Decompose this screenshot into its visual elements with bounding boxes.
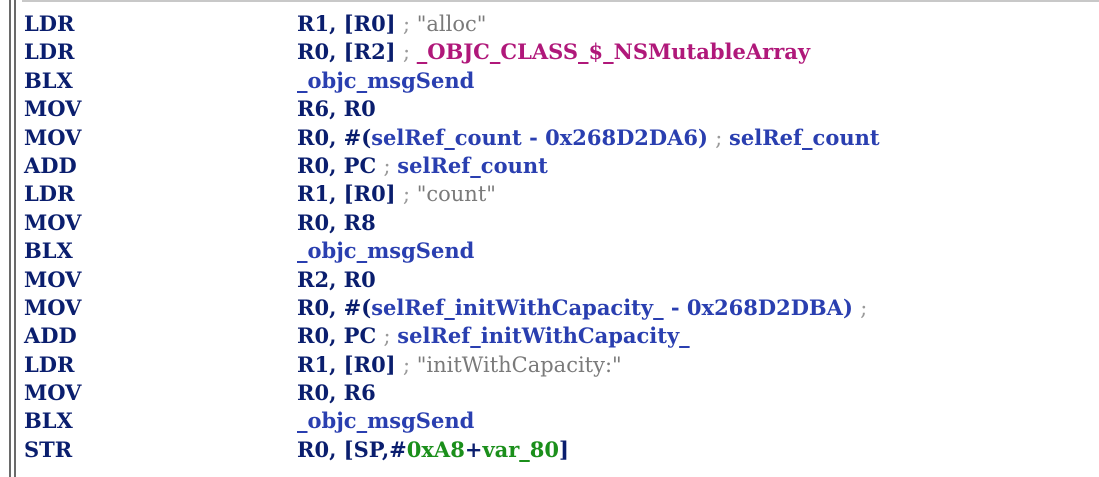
operands: R1, [R0] ; "alloc" bbox=[297, 10, 486, 38]
operand-text: R1, [R0] bbox=[297, 11, 403, 36]
top-border bbox=[22, 0, 1099, 2]
comment-token: ; bbox=[402, 352, 417, 377]
mnemonic: MOV bbox=[24, 124, 82, 150]
string-literal: "count" bbox=[416, 182, 496, 207]
mnemonic: LDR bbox=[24, 39, 75, 65]
code-line[interactable]: LDR R1, [R0] ; "alloc" bbox=[24, 10, 1099, 38]
operand-text: ] bbox=[559, 436, 569, 462]
string-literal: "alloc" bbox=[416, 12, 487, 36]
code-line[interactable]: LDR R1, [R0] ; "initWithCapacity:" bbox=[24, 351, 1099, 379]
mnemonic: BLX bbox=[24, 238, 73, 264]
code-line[interactable]: BLX _objc_msgSend bbox=[24, 237, 1099, 265]
operands: R0, PC ; selRef_count bbox=[297, 152, 548, 180]
mnemonic: LDR bbox=[24, 11, 75, 36]
operand-text: R0, #( bbox=[297, 294, 372, 320]
symbol-name[interactable]: - 0x268D2DBA) bbox=[664, 295, 861, 320]
operand-text: R1, [R0] bbox=[297, 351, 403, 377]
code-line[interactable]: MOV R2, R0 bbox=[24, 266, 1099, 294]
operands: R0, #(selRef_initWithCapacity_ - 0x268D2… bbox=[297, 294, 867, 322]
operands: R1, [R0] ; "count" bbox=[297, 180, 496, 208]
code-line[interactable]: LDR R1, [R0] ; "count" bbox=[24, 180, 1099, 208]
symbol-name[interactable]: selRef_count bbox=[729, 125, 880, 150]
symbol-name[interactable]: _objc_msgSend bbox=[297, 68, 474, 93]
numeric-offset: var_80 bbox=[482, 436, 560, 462]
mnemonic: MOV bbox=[24, 266, 82, 292]
code-line[interactable]: MOV R0, R6 bbox=[24, 379, 1099, 407]
operands: _objc_msgSend bbox=[297, 237, 474, 265]
operands: R6, R0 bbox=[297, 95, 376, 123]
mnemonic: MOV bbox=[24, 294, 82, 320]
operand-text: R0, [SP,# bbox=[297, 436, 407, 462]
symbol-name[interactable]: selRef_count bbox=[397, 153, 548, 178]
operand-text: R0, PC bbox=[297, 152, 384, 178]
operand-text: R2, R0 bbox=[297, 266, 376, 292]
code-line[interactable]: LDR R0, [R2] ; _OBJC_CLASS_$_NSMutableArr… bbox=[24, 38, 1099, 66]
mnemonic: MOV bbox=[24, 96, 82, 122]
mnemonic: ADD bbox=[24, 152, 77, 178]
mnemonic: ADD bbox=[24, 323, 77, 349]
comment-token: ; bbox=[402, 40, 417, 65]
code-line[interactable]: STR R0, [SP,#0xA8+var_80] bbox=[24, 436, 1099, 464]
code-line[interactable]: MOV R0, #(selRef_initWithCapacity_ - 0x26… bbox=[24, 294, 1099, 322]
code-line[interactable]: BLX _objc_msgSend bbox=[24, 407, 1099, 435]
operand-text: R0, [R2] bbox=[297, 39, 403, 65]
operands: _objc_msgSend bbox=[297, 67, 474, 95]
string-literal: "initWithCapacity:" bbox=[416, 352, 622, 377]
gutter-line bbox=[9, 0, 11, 477]
comment-token: ; bbox=[402, 182, 417, 207]
comment-token: ; bbox=[383, 324, 398, 349]
mnemonic: BLX bbox=[24, 408, 73, 434]
symbol-name[interactable]: selRef_count bbox=[371, 125, 522, 150]
operand-text: R0, #( bbox=[297, 124, 372, 150]
operands: R0, R8 bbox=[297, 209, 376, 237]
operands: R0, [SP,#0xA8+var_80] bbox=[297, 436, 569, 464]
comment-token: ; bbox=[860, 295, 868, 320]
operands: R0, R6 bbox=[297, 379, 376, 407]
code-line[interactable]: ADD R0, PC ; selRef_count bbox=[24, 152, 1099, 180]
gutter-line bbox=[14, 0, 16, 477]
operand-text: R6, R0 bbox=[297, 96, 376, 122]
disassembly-view: LDR R1, [R0] ; "alloc" LDR R0, [R2] ; _OBJC… bbox=[0, 0, 1099, 477]
operand-text: + bbox=[464, 436, 483, 462]
comment-token: ; bbox=[402, 12, 417, 36]
operand-text: R0, R6 bbox=[297, 380, 376, 406]
comment-token: ; bbox=[383, 153, 398, 178]
operand-text: R1, [R0] bbox=[297, 181, 403, 207]
code-line[interactable]: ADD R0, PC ; selRef_initWithCapacity_ bbox=[24, 322, 1099, 350]
comment-token: ; bbox=[715, 125, 730, 150]
symbol-name[interactable]: _objc_msgSend bbox=[297, 408, 474, 433]
operand-text: R0, PC bbox=[297, 323, 384, 349]
code-line[interactable]: BLX _objc_msgSend bbox=[24, 67, 1099, 95]
code-listing: LDR R1, [R0] ; "alloc" LDR R0, [R2] ; _OBJC… bbox=[24, 10, 1099, 464]
symbol-name[interactable]: selRef_initWithCapacity_ bbox=[371, 295, 663, 320]
operands: R0, PC ; selRef_initWithCapacity_ bbox=[297, 322, 690, 350]
code-line[interactable]: MOV R0, R8 bbox=[24, 209, 1099, 237]
operands: _objc_msgSend bbox=[297, 407, 474, 435]
mnemonic: LDR bbox=[24, 181, 75, 207]
operands: R2, R0 bbox=[297, 266, 376, 294]
operands: R1, [R0] ; "initWithCapacity:" bbox=[297, 351, 622, 379]
mnemonic: BLX bbox=[24, 67, 73, 93]
mnemonic: MOV bbox=[24, 209, 82, 235]
code-line[interactable]: MOV R0, #(selRef_count - 0x268D2DA6) ; se… bbox=[24, 124, 1099, 152]
symbol-name[interactable]: - 0x268D2DA6) bbox=[522, 125, 716, 150]
class-reference[interactable]: _OBJC_CLASS_$_NSMutableArray bbox=[417, 39, 810, 64]
numeric-offset: 0xA8 bbox=[406, 436, 465, 462]
symbol-name[interactable]: _objc_msgSend bbox=[297, 238, 474, 263]
operand-text: R0, R8 bbox=[297, 209, 376, 235]
code-line[interactable]: MOV R6, R0 bbox=[24, 95, 1099, 123]
mnemonic: STR bbox=[24, 436, 73, 462]
operands: R0, #(selRef_count - 0x268D2DA6) ; selRe… bbox=[297, 124, 880, 152]
operands: R0, [R2] ; _OBJC_CLASS_$_NSMutableArray bbox=[297, 38, 810, 66]
mnemonic: MOV bbox=[24, 380, 82, 406]
symbol-name[interactable]: selRef_initWithCapacity_ bbox=[397, 323, 689, 348]
mnemonic: LDR bbox=[24, 351, 75, 377]
